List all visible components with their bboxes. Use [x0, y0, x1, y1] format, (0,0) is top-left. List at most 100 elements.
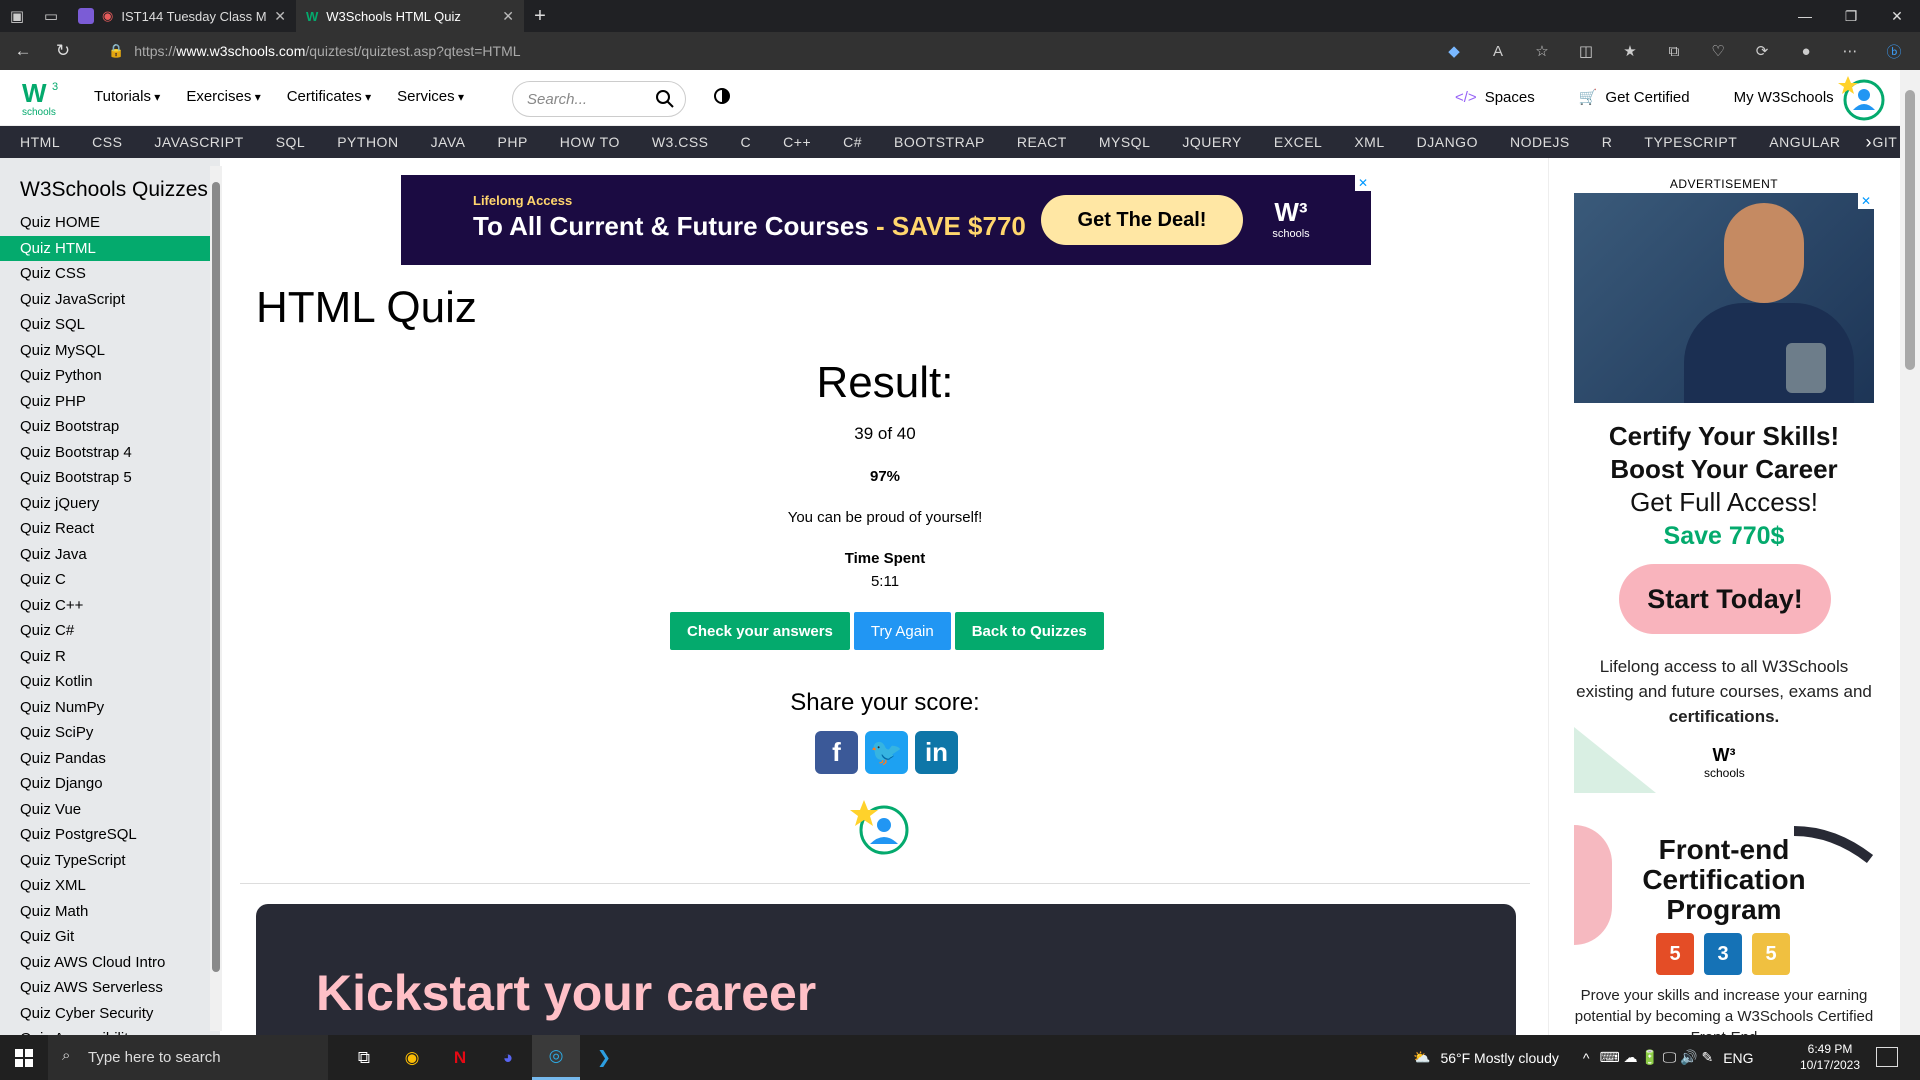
chevron-up-icon[interactable]: ^ [1583, 1050, 1590, 1066]
lang-react[interactable]: REACT [1017, 134, 1067, 150]
lang-nodejs[interactable]: NODEJS [1510, 134, 1570, 150]
sidebar-item-quiz-c[interactable]: Quiz C++ [0, 593, 220, 619]
refresh-icon[interactable]: ↻ [46, 35, 80, 67]
tab-w3schools-quiz[interactable]: W W3Schools HTML Quiz ✕ [296, 0, 524, 32]
sidebar-scrollbar[interactable] [210, 166, 222, 1031]
sidebar-item-quiz-pandas[interactable]: Quiz Pandas [0, 746, 220, 772]
lang-sql[interactable]: SQL [276, 134, 306, 150]
lang-jquery[interactable]: JQUERY [1182, 134, 1242, 150]
lang-git[interactable]: GIT [1872, 134, 1897, 150]
menu-exercises[interactable]: Exercises [186, 88, 260, 105]
start-today-button[interactable]: Start Today! [1619, 564, 1831, 634]
user-avatar-icon[interactable] [1838, 74, 1886, 122]
close-ad-icon[interactable]: ✕ [1355, 175, 1371, 191]
lang-c[interactable]: C [741, 134, 752, 150]
lang-cpp[interactable]: C++ [783, 134, 811, 150]
search-icon[interactable] [655, 89, 675, 109]
facebook-icon[interactable]: f [815, 731, 858, 774]
search-input[interactable]: Search... [512, 81, 686, 117]
url-field[interactable]: 🔒 https://www.w3schools.com/quiztest/qui… [108, 36, 1398, 66]
sidebar-item-quiz-aws-serverless[interactable]: Quiz AWS Serverless [0, 975, 220, 1001]
sidebar-item-quiz-c[interactable]: Quiz C [0, 567, 220, 593]
lang-css[interactable]: CSS [92, 134, 122, 150]
language-indicator[interactable]: ENG [1723, 1050, 1753, 1066]
workspaces-icon[interactable]: ▣ [0, 0, 34, 32]
lang-html[interactable]: HTML [20, 134, 60, 150]
ad-photo[interactable]: ✕ [1574, 193, 1874, 403]
lang-mysql[interactable]: MYSQL [1099, 134, 1151, 150]
collections-icon[interactable]: ⧉ [1660, 37, 1688, 65]
sidebar-item-quiz-php[interactable]: Quiz PHP [0, 389, 220, 415]
close-tab-icon[interactable]: ✕ [502, 8, 514, 25]
lang-howto[interactable]: HOW TO [560, 134, 620, 150]
sidebar-item-quiz-numpy[interactable]: Quiz NumPy [0, 695, 220, 721]
lang-w3css[interactable]: W3.CSS [652, 134, 709, 150]
back-icon[interactable]: ← [6, 35, 40, 67]
lang-javascript[interactable]: JAVASCRIPT [154, 134, 243, 150]
close-window-icon[interactable]: ✕ [1874, 8, 1920, 25]
more-menu-icon[interactable]: ⋯ [1836, 37, 1864, 65]
sidebar-item-quiz-xml[interactable]: Quiz XML [0, 873, 220, 899]
bing-icon[interactable]: ⓑ [1880, 37, 1908, 65]
sidebar-item-quiz-sql[interactable]: Quiz SQL [0, 312, 220, 338]
sidebar-item-quiz-vue[interactable]: Quiz Vue [0, 797, 220, 823]
sidebar-item-quiz-python[interactable]: Quiz Python [0, 363, 220, 389]
sidebar-item-quiz-aws-cloud-intro[interactable]: Quiz AWS Cloud Intro [0, 950, 220, 976]
linkedin-icon[interactable]: in [915, 731, 958, 774]
sidebar-item-quiz-bootstrap-4[interactable]: Quiz Bootstrap 4 [0, 440, 220, 466]
sidebar-item-quiz-cyber-security[interactable]: Quiz Cyber Security [0, 1001, 220, 1027]
coupon-icon[interactable]: ◆ [1440, 37, 1468, 65]
taskbar-search[interactable]: ⌕ Type here to search [48, 1035, 328, 1080]
sidebar-item-quiz-django[interactable]: Quiz Django [0, 771, 220, 797]
favorites-icon[interactable]: ★ [1616, 37, 1644, 65]
sidebar-item-quiz-react[interactable]: Quiz React [0, 516, 220, 542]
tray-icons[interactable]: ⌨ ☁ 🔋 🖵 🔊 ✎ [1599, 1049, 1713, 1066]
sidebar-item-quiz-c[interactable]: Quiz C# [0, 618, 220, 644]
banner-ad[interactable]: Lifelong Access To All Current & Future … [401, 175, 1371, 265]
edge-taskbar-icon[interactable]: ◎ [532, 1035, 580, 1080]
sidebar-item-quiz-bootstrap-5[interactable]: Quiz Bootstrap 5 [0, 465, 220, 491]
weather-text[interactable]: 56°F Mostly cloudy [1440, 1050, 1558, 1066]
sidebar-item-quiz-java[interactable]: Quiz Java [0, 542, 220, 568]
lang-csharp[interactable]: C# [843, 134, 862, 150]
page-scrollbar[interactable] [1900, 70, 1920, 1035]
restore-icon[interactable]: ❐ [1828, 8, 1874, 25]
dark-mode-toggle-icon[interactable] [714, 88, 730, 104]
sidebar-item-quiz-html[interactable]: Quiz HTML [0, 235, 210, 261]
sidebar-item-quiz-postgresql[interactable]: Quiz PostgreSQL [0, 822, 220, 848]
sidebar-item-quiz-javascript[interactable]: Quiz JavaScript [0, 287, 220, 313]
w3schools-logo-icon[interactable]: W 3 schools [20, 78, 64, 118]
sidebar-item-quiz-accessibility[interactable]: Quiz Accessibility [0, 1026, 220, 1035]
chevron-right-icon[interactable]: › [1866, 132, 1873, 153]
get-deal-button[interactable]: Get The Deal! [1041, 195, 1243, 245]
clock[interactable]: 6:49 PM 10/17/2023 [1790, 1041, 1870, 1073]
lang-excel[interactable]: EXCEL [1274, 134, 1322, 150]
windows-start-icon[interactable] [0, 1035, 48, 1080]
sidebar-item-quiz-kotlin[interactable]: Quiz Kotlin [0, 669, 220, 695]
lang-java[interactable]: JAVA [431, 134, 466, 150]
certification-ad[interactable]: Front-end Certification Program 5 3 5 Pr… [1574, 825, 1874, 1035]
notification-icon[interactable] [1876, 1047, 1898, 1067]
menu-certificates[interactable]: Certificates [287, 88, 371, 105]
chrome-icon[interactable]: ◉ [388, 1035, 436, 1080]
lang-python[interactable]: PYTHON [337, 134, 398, 150]
netflix-icon[interactable]: N [436, 1035, 484, 1080]
sidebar-item-quiz-r[interactable]: Quiz R [0, 644, 220, 670]
lang-angular[interactable]: ANGULAR [1769, 134, 1840, 150]
menu-services[interactable]: Services [397, 88, 464, 105]
sidebar-item-quiz-math[interactable]: Quiz Math [0, 899, 220, 925]
sidebar-item-quiz-typescript[interactable]: Quiz TypeScript [0, 848, 220, 874]
check-answers-button[interactable]: Check your answers [670, 612, 850, 650]
edge-icon[interactable]: ⟳ [1748, 37, 1776, 65]
vscode-icon[interactable]: ❯ [580, 1035, 628, 1080]
sidebar-item-quiz-jquery[interactable]: Quiz jQuery [0, 491, 220, 517]
new-tab-button[interactable]: + [524, 0, 556, 32]
lang-xml[interactable]: XML [1354, 134, 1384, 150]
my-w3schools-link[interactable]: My W3Schools [1734, 89, 1834, 106]
sidebar-item-quiz-scipy[interactable]: Quiz SciPy [0, 720, 220, 746]
twitter-icon[interactable]: 🐦 [865, 731, 908, 774]
page-scroll-thumb[interactable] [1905, 90, 1915, 370]
lang-typescript[interactable]: TYPESCRIPT [1644, 134, 1737, 150]
task-view-icon[interactable]: ⧉ [340, 1035, 388, 1080]
lang-django[interactable]: DJANGO [1417, 134, 1478, 150]
